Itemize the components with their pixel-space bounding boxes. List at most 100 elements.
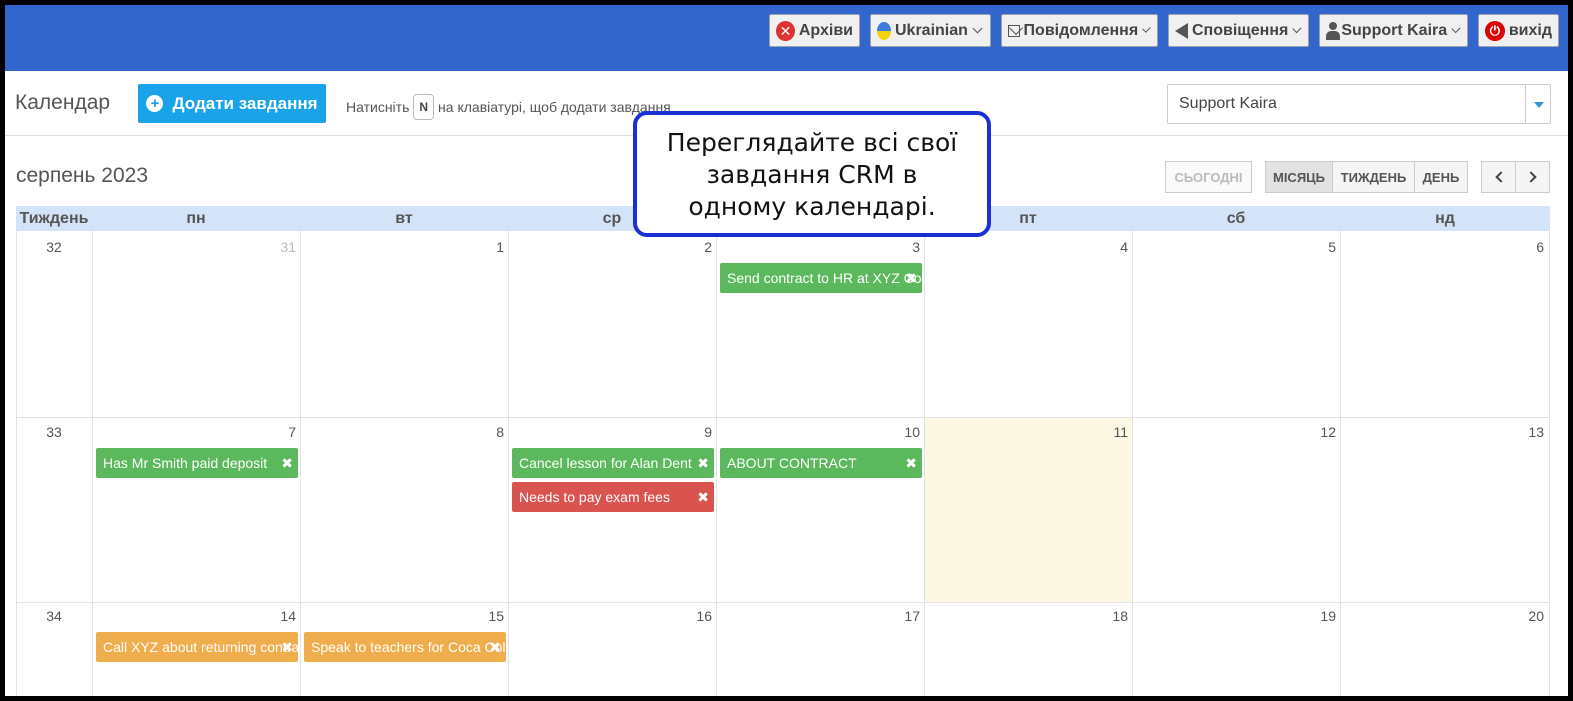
month-view-button[interactable]: МІСЯЦЬ	[1265, 161, 1333, 193]
next-button[interactable]	[1515, 161, 1550, 193]
calendar-event[interactable]: Has Mr Smith paid deposit ✖	[96, 448, 298, 478]
calendar-grid: Тиждень пн вт ср чт пт сб нд 32 31 1 2 3…	[16, 206, 1550, 696]
event-title: Has Mr Smith paid deposit	[103, 455, 268, 471]
chevron-down-icon	[1451, 23, 1461, 34]
ukraine-flag-icon	[877, 21, 891, 40]
hint-key: N	[413, 94, 435, 120]
chevron-down-icon	[1292, 24, 1302, 33]
logout-button[interactable]: ⏻ вихід	[1478, 14, 1559, 47]
today-cell-highlight	[925, 418, 1133, 602]
day-number[interactable]: 5	[1306, 239, 1336, 255]
month-title: серпень 2023	[16, 164, 148, 187]
day-number[interactable]: 9	[682, 424, 712, 440]
calendar-event[interactable]: ABOUT CONTRACT ✖	[720, 448, 922, 478]
plus-circle-icon: +	[146, 95, 164, 112]
delete-event-icon[interactable]: ✖	[697, 482, 709, 512]
event-title: Cancel lesson for Alan Dent	[519, 455, 692, 471]
delete-event-icon[interactable]: ✖	[489, 632, 501, 662]
grid-line	[1340, 231, 1341, 696]
chevron-down-icon	[972, 23, 983, 34]
language-label: Ukrainian	[895, 21, 968, 39]
app-frame: ✕ Архіви Ukrainian Повідомлення Сповіщен…	[5, 5, 1568, 696]
callout-line: Переглядайте всі свої	[666, 128, 958, 157]
day-number[interactable]: 12	[1306, 424, 1336, 440]
add-task-label: Додати завдання	[172, 93, 318, 113]
day-number[interactable]: 2	[682, 239, 712, 255]
day-number[interactable]: 20	[1514, 608, 1544, 624]
day-number[interactable]: 18	[1098, 608, 1128, 624]
today-button[interactable]: СЬОГОДНІ	[1165, 161, 1252, 193]
week-column-header: Тиждень	[19, 210, 89, 227]
day-number[interactable]: 3	[890, 239, 920, 255]
day-number[interactable]: 16	[682, 608, 712, 624]
caret-down-icon[interactable]	[1525, 85, 1550, 123]
archives-button[interactable]: ✕ Архіви	[769, 14, 860, 47]
hint-suffix: на клавіатурі, щоб додати завдання	[438, 99, 671, 115]
day-number[interactable]: 6	[1514, 239, 1544, 255]
day-header: сб	[1226, 210, 1246, 227]
logout-label: вихід	[1508, 21, 1552, 39]
messages-dropdown[interactable]: Повідомлення	[1001, 14, 1158, 47]
callout-line: завдання CRM в	[706, 160, 918, 189]
envelope-icon	[1008, 24, 1020, 37]
language-dropdown[interactable]: Ukrainian	[870, 14, 991, 47]
keyboard-hint: Натисніть N на клавіатурі, щоб додати за…	[346, 94, 671, 120]
user-select[interactable]: Support Kaira	[1167, 84, 1551, 124]
chevron-down-icon	[1142, 24, 1151, 33]
delete-event-icon[interactable]: ✖	[281, 632, 293, 662]
day-number[interactable]: 11	[1098, 424, 1128, 440]
close-circle-icon: ✕	[776, 20, 795, 41]
grid-line	[924, 231, 925, 696]
day-number[interactable]: 4	[1098, 239, 1128, 255]
messages-label: Повідомлення	[1023, 21, 1139, 39]
user-dropdown[interactable]: Support Kaira	[1319, 14, 1468, 47]
power-icon: ⏻	[1485, 20, 1505, 41]
day-number[interactable]: 17	[890, 608, 920, 624]
day-number[interactable]: 15	[474, 608, 504, 624]
notifications-label: Сповіщення	[1192, 21, 1289, 39]
top-navbar: ✕ Архіви Ukrainian Повідомлення Сповіщен…	[5, 5, 1568, 71]
day-header: пн	[186, 210, 206, 227]
day-number[interactable]: 10	[890, 424, 920, 440]
calendar-event[interactable]: Send contract to HR at XYZ Corp ✖	[720, 263, 922, 293]
archives-label: Архіви	[798, 21, 853, 39]
chevron-left-icon	[1494, 171, 1507, 183]
grid-line	[716, 231, 717, 696]
delete-event-icon[interactable]: ✖	[905, 448, 917, 478]
delete-event-icon[interactable]: ✖	[281, 448, 293, 478]
day-number[interactable]: 8	[474, 424, 504, 440]
notifications-dropdown[interactable]: Сповіщення	[1168, 14, 1309, 47]
day-header: нд	[1435, 210, 1455, 227]
calendar-event[interactable]: Cancel lesson for Alan Dent ✖	[512, 448, 714, 478]
event-title: Call XYZ about returning contract	[103, 639, 298, 655]
event-title: ABOUT CONTRACT	[727, 455, 857, 471]
promo-callout: Переглядайте всі свої завдання CRM в одн…	[633, 111, 991, 237]
calendar-event[interactable]: Needs to pay exam fees ✖	[512, 482, 714, 512]
day-number[interactable]: 31	[266, 239, 296, 255]
day-number[interactable]: 7	[266, 424, 296, 440]
grid-line	[1132, 231, 1133, 696]
grid-line	[92, 231, 93, 696]
delete-event-icon[interactable]: ✖	[697, 448, 709, 478]
grid-line	[16, 602, 1550, 603]
day-number[interactable]: 19	[1306, 608, 1336, 624]
event-title: Needs to pay exam fees	[519, 489, 670, 505]
week-view-button[interactable]: ТИЖДЕНЬ	[1332, 161, 1415, 193]
page-title: Календар	[15, 91, 111, 114]
grid-line	[508, 231, 509, 696]
delete-event-icon[interactable]: ✖	[905, 263, 917, 293]
day-number[interactable]: 13	[1514, 424, 1544, 440]
week-number: 33	[46, 424, 62, 440]
callout-line: одному календарі.	[688, 192, 936, 221]
chevron-right-icon	[1524, 171, 1537, 183]
prev-button[interactable]	[1481, 161, 1516, 193]
event-title: Send contract to HR at XYZ Corp	[727, 270, 922, 286]
day-number[interactable]: 14	[266, 608, 296, 624]
calendar-event[interactable]: Call XYZ about returning contract ✖	[96, 632, 298, 662]
day-view-button[interactable]: ДЕНЬ	[1414, 161, 1468, 193]
grid-line	[300, 231, 301, 696]
add-task-button[interactable]: + Додати завдання	[138, 84, 326, 123]
hint-prefix: Натисніть	[346, 99, 410, 115]
day-number[interactable]: 1	[474, 239, 504, 255]
calendar-event[interactable]: Speak to teachers for Coca Cola ✖	[304, 632, 506, 662]
